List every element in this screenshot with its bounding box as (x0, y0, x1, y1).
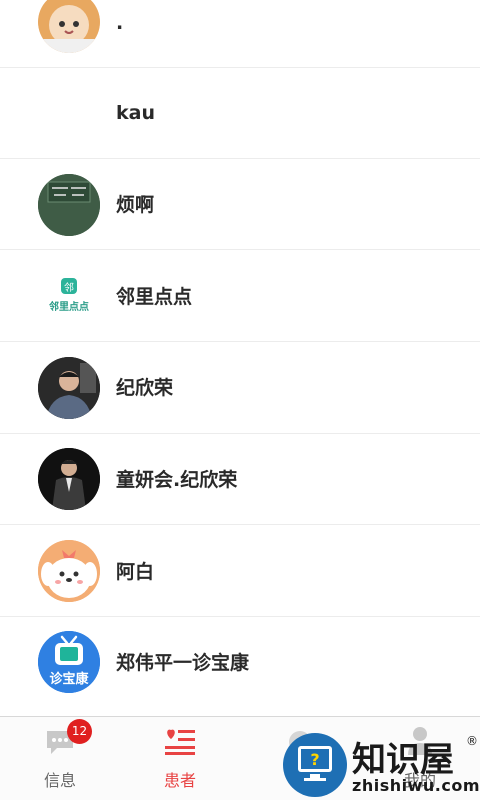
avatar: 诊宝康 (38, 631, 100, 693)
registered-mark: ® (466, 734, 478, 748)
contact-name: 邻里点点 (116, 286, 193, 308)
watermark: ? 知识屋 ® zhishiwu.com (282, 728, 480, 800)
patient-list: . kau 烦啊 邻 邻里点点 邻里点点 纪欣荣 童妍会.纪欣荣 阿白 诊宝康 … (0, 0, 480, 716)
list-item[interactable]: 诊宝康 郑伟平一诊宝康 (0, 617, 480, 708)
cartoon-puppy-icon (38, 540, 100, 602)
tab-label: 患者 (163, 771, 196, 790)
chalkboard-icon (38, 174, 100, 236)
contact-name: 郑伟平一诊宝康 (116, 652, 250, 674)
watermark-url: zhishiwu.com (352, 776, 480, 795)
avatar: 邻 邻里点点 (38, 266, 100, 328)
tab-patients[interactable]: 患者 (120, 717, 240, 801)
list-item[interactable]: . (0, 0, 480, 68)
man-suit-photo-icon (38, 448, 100, 510)
svg-text:?: ? (310, 750, 319, 769)
tab-messages[interactable]: 12 信息 (0, 717, 120, 801)
list-item[interactable]: 阿白 (0, 526, 480, 617)
contact-name: 纪欣荣 (116, 377, 174, 399)
contact-name: 阿白 (116, 561, 155, 583)
list-item[interactable]: 邻 邻里点点 邻里点点 (0, 251, 480, 342)
cat-lion-costume-icon (38, 0, 100, 53)
heart-list-icon (165, 729, 195, 755)
svg-text:邻: 邻 (64, 281, 74, 294)
avatar (38, 174, 100, 236)
list-item[interactable]: 纪欣荣 (0, 343, 480, 434)
avatar (38, 448, 100, 510)
watermark-title: 知识屋 (352, 740, 454, 780)
contact-name: 童妍会.纪欣荣 (116, 469, 238, 491)
avatar (38, 0, 100, 53)
list-item[interactable]: kau (0, 68, 480, 159)
contact-name: 烦啊 (116, 194, 155, 216)
list-item[interactable]: 童妍会.纪欣荣 (0, 434, 480, 525)
contact-name: kau (116, 102, 155, 124)
logo-text: 诊宝康 (49, 672, 89, 687)
contact-name: . (116, 12, 124, 34)
avatar (38, 357, 100, 419)
logo-text: 邻里点点 (49, 302, 89, 313)
unread-badge: 12 (67, 719, 92, 744)
list-item[interactable]: 烦啊 (0, 159, 480, 250)
man-photo-icon (38, 357, 100, 419)
tab-label: 信息 (43, 771, 76, 790)
question-mark-monitor-icon: ? (283, 733, 347, 797)
avatar (38, 540, 100, 602)
linli-diandian-logo-icon: 邻 (38, 266, 100, 328)
